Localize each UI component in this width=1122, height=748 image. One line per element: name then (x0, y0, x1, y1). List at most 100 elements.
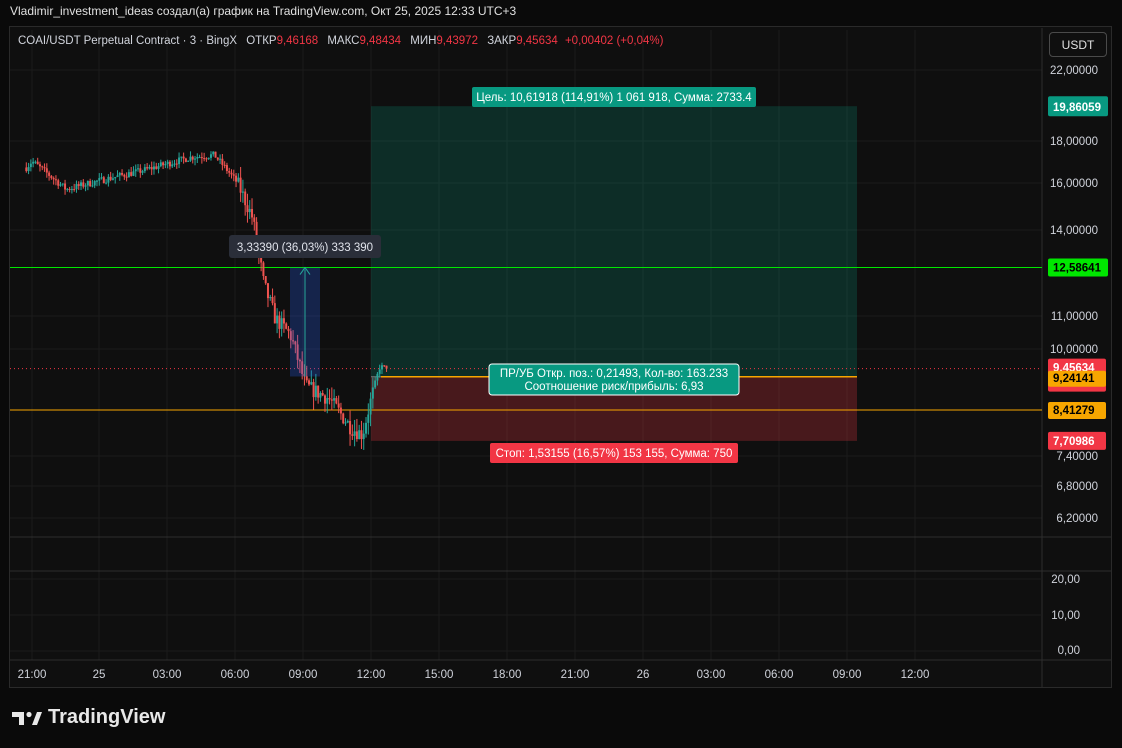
candle-body (155, 166, 158, 169)
candle-body (184, 158, 187, 162)
axis-tag-entry: 9,24141 (1053, 373, 1095, 385)
axis-tag-stop: 7,70986 (1053, 436, 1095, 448)
candle-body (114, 176, 117, 179)
candle-body (264, 276, 267, 284)
y-axis-tick-label: 16,00000 (1050, 178, 1098, 190)
high-value: 9,48434 (359, 35, 402, 47)
candle-body (239, 177, 242, 193)
candle-body (251, 208, 254, 218)
high-label: МАКС (327, 35, 360, 47)
target-zone[interactable] (371, 106, 857, 377)
candle-body (337, 403, 340, 408)
y-axis-tick-label: 7,40000 (1056, 451, 1098, 463)
candle-body (180, 156, 183, 158)
candle-body (73, 189, 76, 191)
candle-body (205, 158, 208, 160)
candle-body (276, 315, 279, 324)
candle-body (374, 380, 377, 388)
x-axis-tick-label: 12:00 (357, 669, 386, 681)
candle-body (132, 171, 135, 176)
candle-body (27, 167, 30, 172)
candle-body (285, 323, 288, 329)
candle-body (59, 184, 62, 186)
candle-body (358, 430, 361, 440)
candle-body (182, 156, 185, 159)
symbol-info-bar: COAI/USDT Perpetual Contract · 3 · BingX… (18, 35, 663, 47)
candle-body (328, 398, 331, 400)
x-axis-tick-label: 25 (93, 669, 106, 681)
candle-body (175, 163, 178, 165)
candle-body (241, 191, 244, 193)
candle-body (29, 163, 32, 168)
candle-body (36, 161, 39, 165)
candle-body (146, 167, 149, 169)
candle-body (118, 172, 121, 176)
candle-body (89, 181, 92, 187)
candle-body (41, 166, 44, 168)
stop-label: Стоп: 1,53155 (16,57%) 153 155, Сумма: 7… (496, 448, 733, 460)
symbol-name[interactable]: COAI/USDT Perpetual Contract · 3 · BingX (18, 35, 237, 47)
currency-button[interactable]: USDT (1049, 32, 1107, 57)
candle-body (137, 168, 140, 170)
open-label: ОТКР (246, 35, 277, 47)
candle-body (91, 185, 94, 187)
candle-body (109, 176, 112, 180)
candle-body (178, 157, 181, 165)
candle-body (38, 164, 41, 167)
candle-body (196, 157, 199, 159)
low-label: МИН (410, 35, 437, 47)
candle-body (262, 262, 265, 277)
x-axis-tick-label: 03:00 (697, 669, 726, 681)
candle-body (123, 174, 126, 177)
x-axis-tick-label: 21:00 (18, 669, 47, 681)
tradingview-logo[interactable]: TradingView (12, 706, 165, 729)
y-axis-tick-label: 6,80000 (1056, 481, 1098, 493)
candle-body (287, 328, 290, 332)
candle-body (335, 398, 338, 404)
candle-body (48, 172, 51, 176)
candle-body (77, 184, 80, 186)
candle-body (333, 398, 336, 401)
indicator-tick-label: 10,00 (1051, 610, 1080, 622)
candle-body (282, 318, 285, 324)
candle-body (173, 163, 176, 165)
candle-body (326, 398, 329, 404)
x-axis-tick-label: 21:00 (561, 669, 590, 681)
price-chart[interactable]: 3,33390 (36,03%) 333 390 Цель: 10,61918 (… (0, 0, 1122, 748)
candle-body (203, 158, 206, 160)
candle-body (68, 188, 71, 190)
candle-body (351, 434, 354, 436)
axis-tag-target: 19,86059 (1053, 102, 1101, 114)
axis-tag-level: 8,41279 (1053, 405, 1095, 417)
candle-body (57, 180, 60, 186)
candle-body (143, 167, 146, 172)
candle-body (25, 167, 28, 172)
candle-body (187, 160, 190, 162)
candle-body (34, 161, 37, 163)
candle-body (330, 399, 333, 401)
candle-body (323, 395, 326, 404)
candle-body (52, 178, 55, 180)
candle-body (244, 191, 247, 206)
candle-body (162, 162, 165, 166)
candle-body (362, 433, 365, 440)
candle-body (189, 156, 192, 161)
candle-body (164, 164, 167, 166)
candle-body (191, 156, 194, 160)
y-axis-tick-label: 18,00000 (1050, 136, 1098, 148)
candle-body (280, 318, 283, 329)
candle-body (273, 303, 276, 324)
candle-body (121, 172, 124, 175)
candles (25, 151, 388, 450)
candle-body (305, 376, 308, 381)
candle-body (271, 297, 274, 304)
candle-body (139, 168, 142, 173)
candle-body (385, 365, 388, 369)
candle-body (86, 181, 89, 186)
candle-body (344, 422, 347, 424)
candle-body (380, 365, 383, 370)
candle-body (168, 161, 171, 167)
candle-body (95, 180, 98, 182)
candle-body (266, 283, 269, 299)
candle-body (232, 174, 235, 176)
